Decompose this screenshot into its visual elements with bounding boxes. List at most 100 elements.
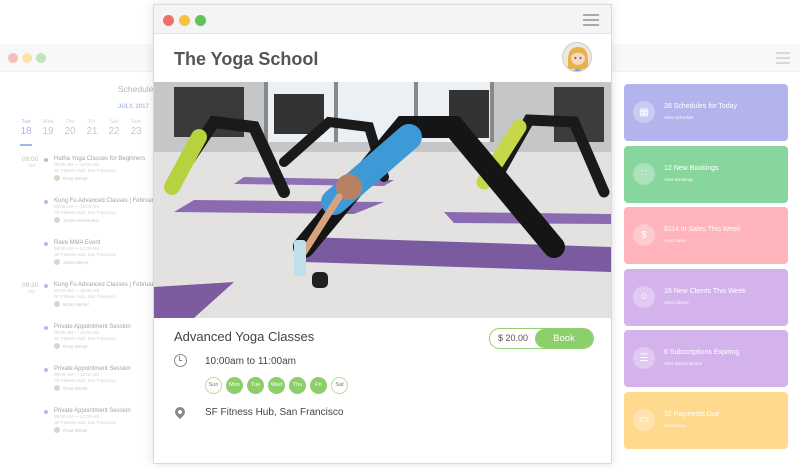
day-date: 18 [20,126,32,137]
avatar[interactable] [562,42,592,72]
minimize-dot [22,53,32,63]
person-avatar [54,301,60,307]
payment-icon: ▭ [633,408,655,431]
event-item[interactable]: Hatha Yoga Classes for Beginners 09:00 AM… [44,156,164,181]
event-dot [44,368,48,372]
class-location: SF Fitness Hub, San Francisco [205,407,344,418]
maximize-dot[interactable] [195,15,206,26]
minimize-dot[interactable] [179,15,190,26]
weekday-sun[interactable]: Sun [205,377,222,394]
card-link[interactable]: View Clients [664,300,689,305]
event-item[interactable]: Private Appointment Session 09:00 AM — 10… [44,408,164,433]
person-name: Bryan Winter [63,301,90,307]
day-name: Wed [42,119,54,125]
price-label: $ 20.00 [497,333,529,343]
weekday-thu[interactable]: Thu [289,377,306,394]
day-wed[interactable]: Wed 19 [38,119,58,137]
day-fri[interactable]: Fri 21 [82,119,102,137]
day-name: Sun [131,119,141,125]
event-item[interactable]: Kung Fu Advanced Classes | February 09:00… [44,282,164,307]
schedule-title: Schedule [118,84,154,94]
card-title: 32 Payments Due [664,410,720,418]
day-name: Fri [88,119,96,125]
event-person: Rose Winter [54,175,164,181]
close-dot[interactable] [163,15,174,26]
stat-card[interactable]: ▭ 32 Payments Due View Dues [624,391,788,449]
card-link[interactable]: View Subscriptions [664,361,702,366]
event-person: Rose Winter [54,343,164,349]
price-book-group: $ 20.00 Book [489,328,594,349]
stat-card[interactable]: ▦ 28 Schedules for Today View Schedule [624,84,788,141]
card-title: 6 Subscriptions Expiring [664,349,740,356]
grid-icon: ∷ [633,162,655,185]
time-slot-period: AM [28,289,35,294]
class-time: 10:00am to 11:00am [205,356,296,367]
brand-title: The Yoga School [174,49,319,69]
stat-card[interactable]: ☺ 16 New Clients This Week View Clients [624,268,788,326]
card-title: 28 Schedules for Today [664,103,738,110]
book-button[interactable]: Book [535,329,593,348]
calendar-icon: ▦ [633,101,655,123]
event-place: SF Fitness Hub, San Francisco [54,336,117,341]
day-name: Sat [109,119,119,125]
money-bag-icon: $ [633,224,655,246]
card-link[interactable]: View Dues [664,423,685,428]
weekday-mon[interactable]: Mon [226,377,243,394]
maximize-dot [36,53,46,63]
day-thu[interactable]: Thu 20 [60,119,80,137]
person-avatar [54,427,60,433]
card-link[interactable]: View Bookings [664,177,693,182]
stat-card[interactable]: $ $114 in Sales This Week View Sales [624,207,788,264]
time-slot: 09:30 AM [22,282,38,294]
class-photo [154,82,611,318]
card-link[interactable]: View Schedule [664,115,694,120]
event-place: SF Fitness Hub, San Francisco [54,210,117,215]
day-tue[interactable]: Tue 18 [16,119,36,137]
class-title: Advanced Yoga Classes [174,329,315,344]
active-day-indicator [20,144,32,146]
day-name: Tue [21,119,31,125]
schedule-month[interactable]: JULY, 2017 [118,104,149,110]
person-name: Jason Meyer [63,259,89,265]
event-item[interactable]: Private Appointment Session 09:00 AM — 10… [44,366,164,391]
time-slot-label: 09:00 [22,156,39,163]
day-date: 19 [42,126,54,137]
event-item[interactable]: Private Appointment Session 09:00 AM — 10… [44,324,164,349]
clock-icon [174,354,187,367]
stat-card[interactable]: ∷ 12 New Bookings View Bookings [624,145,788,203]
event-item[interactable]: Rave MMA Event 09:00 AM — 10:00 AM SF Fitn… [44,240,164,265]
close-dot [8,53,18,63]
person-name: Rose Winter [63,343,88,349]
stat-card[interactable]: ☰ 6 Subscriptions Expiring View Subscripti… [624,330,788,387]
card-title: 16 New Clients This Week [664,287,746,295]
weekday-wed[interactable]: Wed [268,377,285,394]
day-name: Thu [65,119,75,125]
day-sun[interactable]: Sun 23 [126,119,146,137]
person-name: Jackie Hernandez [63,217,100,223]
day-strip: Tue 18 Wed 19 Thu 20 Fri 21 Sat 22 Sun 23 [16,119,156,143]
event-dot [44,410,48,414]
day-date: 22 [108,126,120,137]
person-avatar [54,343,60,349]
person-name: Rose Winter [63,175,88,181]
event-dot [44,242,48,246]
day-date: 21 [86,126,98,137]
menu-icon[interactable] [776,52,790,64]
weekday-fri[interactable]: Fri [310,377,327,394]
person-avatar [54,259,60,265]
day-date: 23 [130,126,142,137]
event-dot [44,158,48,162]
card-title: 12 New Bookings [664,164,719,172]
event-item[interactable]: Kung Fu Advanced Classes | February 09:00… [44,198,164,223]
hamburger-menu-icon[interactable] [583,14,599,26]
card-link[interactable]: View Sales [664,238,686,243]
event-place: SF Fitness Hub, San Francisco [54,168,117,173]
day-sat[interactable]: Sat 22 [104,119,124,137]
weekday-sat[interactable]: Sat [331,377,348,394]
weekday-tue[interactable]: Tue [247,377,264,394]
event-dot [44,326,48,330]
day-date: 20 [64,126,76,137]
clients-icon: ☺ [633,285,655,308]
event-dot [44,284,48,288]
event-place: SF Fitness Hub, San Francisco [54,294,117,299]
